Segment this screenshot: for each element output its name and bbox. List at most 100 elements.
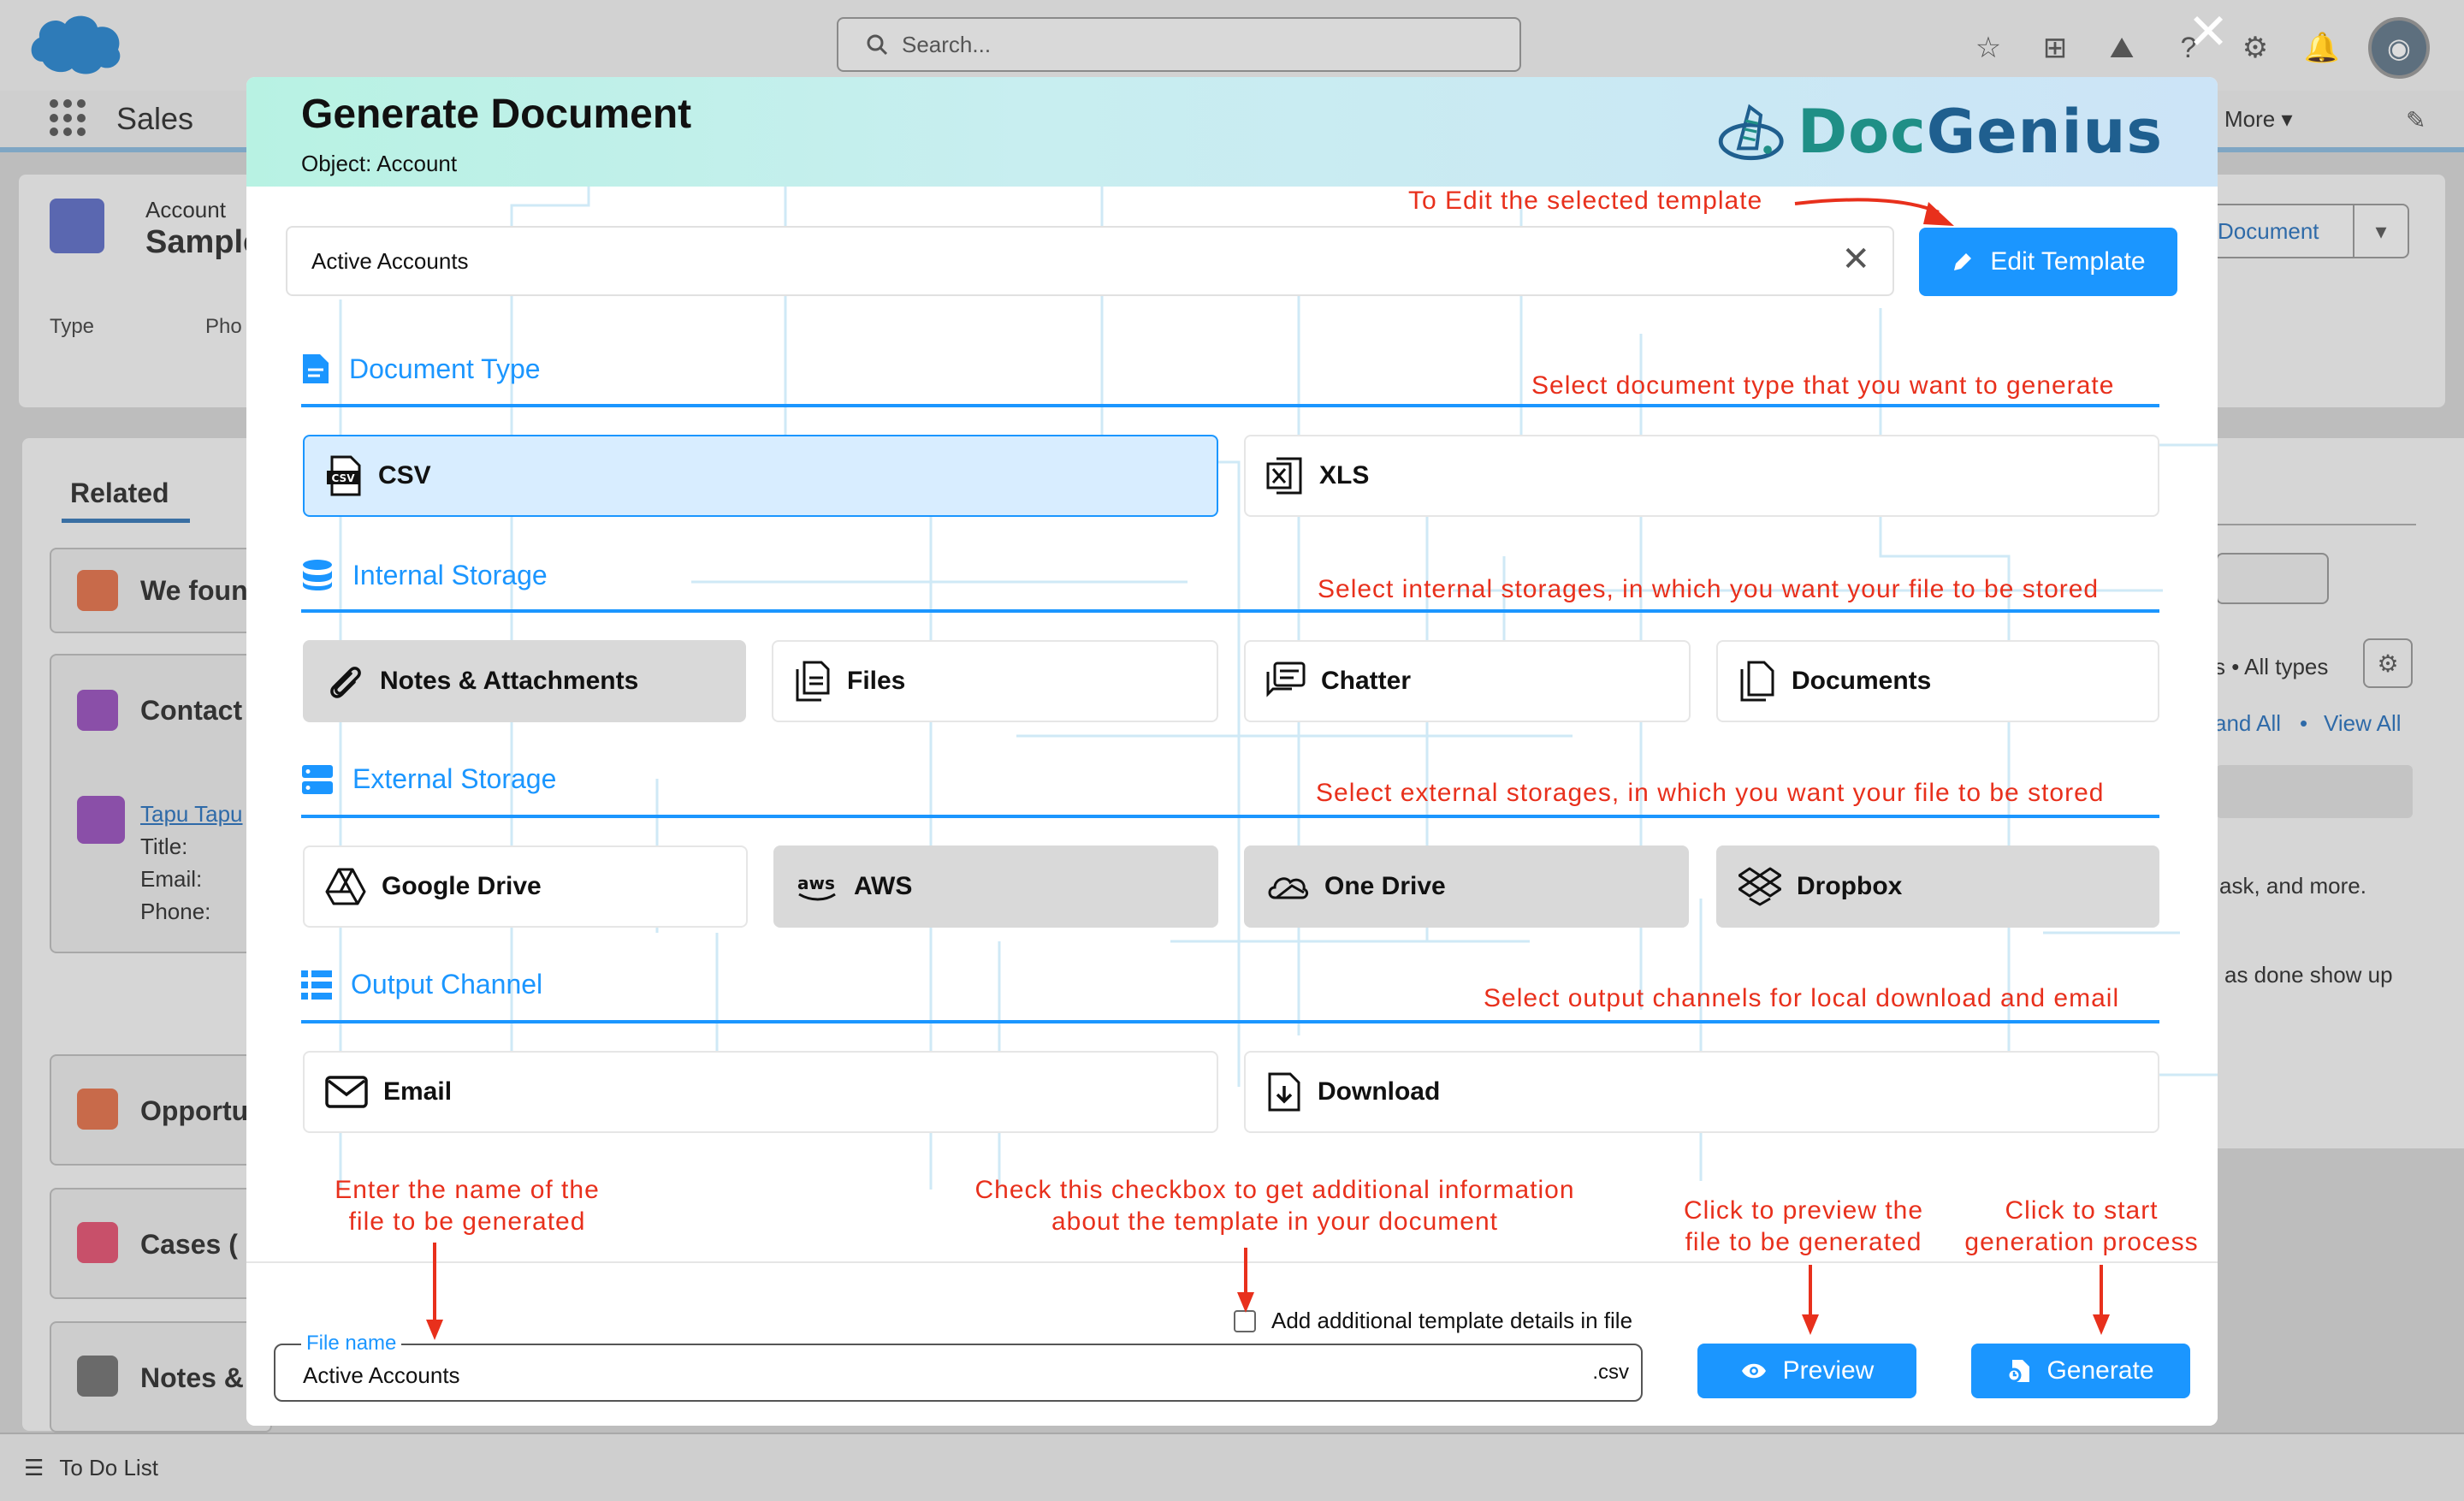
app-name: Sales xyxy=(116,101,194,136)
global-search-input[interactable]: Search... xyxy=(837,17,1521,72)
contact-phone-label: Phone: xyxy=(140,899,211,924)
doc-type-option-csv[interactable]: CSV CSV xyxy=(303,435,1218,517)
annotation-output-channel: Select output channels for local downloa… xyxy=(1484,984,2120,1012)
app-launcher-icon[interactable] xyxy=(50,99,87,137)
additional-details-checkbox[interactable] xyxy=(1234,1309,1256,1332)
external-option-aws[interactable]: aws AWS xyxy=(773,845,1218,928)
annotation-checkbox: Check this checkbox to get additional in… xyxy=(974,1176,1575,1236)
annotation-document-type: Select document type that you want to ge… xyxy=(1531,371,2115,400)
related-card-title: Contact xyxy=(140,695,243,726)
account-icon xyxy=(50,199,104,253)
docgenius-wordmark: DocGenius xyxy=(1798,97,2163,167)
related-card-title: Notes & xyxy=(140,1362,244,1393)
internal-option-files[interactable]: Files xyxy=(772,640,1218,722)
add-icon[interactable]: ⊞ xyxy=(2035,27,2076,68)
divider xyxy=(2216,524,2416,525)
contact-icon xyxy=(77,690,118,731)
activity-filter-text: s • All types xyxy=(2214,654,2329,679)
pencil-icon xyxy=(1954,253,1972,270)
output-option-email[interactable]: Email xyxy=(303,1051,1218,1133)
download-icon xyxy=(1268,1072,1300,1112)
files-icon xyxy=(796,661,830,702)
annotation-file-name: Enter the name of the file to be generat… xyxy=(335,1176,600,1236)
notifications-bell-icon[interactable]: 🔔 xyxy=(2301,27,2343,68)
external-option-dropbox[interactable]: Dropbox xyxy=(1716,845,2159,928)
csv-file-icon: CSV xyxy=(327,455,361,496)
clear-selection-icon[interactable]: ✕ xyxy=(1841,240,1870,279)
edit-nav-pencil-icon[interactable]: ✎ xyxy=(2406,106,2426,134)
file-name-input[interactable]: File name Active Accounts .csv xyxy=(274,1332,1643,1402)
notes-icon xyxy=(77,1356,118,1397)
contact-title-label: Title: xyxy=(140,834,188,859)
trailhead-icon[interactable]: ⛰ xyxy=(2101,27,2142,68)
section-heading-output-channel: Output Channel xyxy=(301,969,542,1000)
external-option-google-drive[interactable]: Google Drive xyxy=(303,845,748,928)
alert-icon xyxy=(77,570,118,611)
record-name: Sample xyxy=(145,224,262,260)
output-option-download[interactable]: Download xyxy=(1244,1051,2159,1133)
link-separator: • xyxy=(2300,710,2308,736)
svg-text:CSV: CSV xyxy=(332,472,356,484)
contact-record-icon xyxy=(77,796,125,844)
generate-button[interactable]: Generate xyxy=(1971,1344,2190,1398)
internal-option-chatter[interactable]: Chatter xyxy=(1244,640,1691,722)
utility-bar-todo[interactable]: ☰ To Do List xyxy=(0,1433,2464,1501)
docgenius-logo: DocGenius xyxy=(1718,89,2163,175)
activity-empty-text: as done show up xyxy=(2224,962,2393,988)
contact-email-label: Email: xyxy=(140,866,203,892)
record-document-button[interactable]: Document ▾ xyxy=(2190,204,2409,258)
view-all-link[interactable]: View All xyxy=(2324,710,2402,737)
modal-subtitle: Object: Account xyxy=(301,151,458,176)
doc-type-option-xls[interactable]: XLS xyxy=(1244,435,2159,517)
section-divider xyxy=(301,609,2159,613)
documents-icon xyxy=(1740,661,1774,702)
section-heading-internal-storage: Internal Storage xyxy=(301,558,548,592)
gear-icon[interactable]: ⚙ xyxy=(2363,638,2413,688)
activity-action-button[interactable] xyxy=(2216,553,2329,604)
onedrive-icon xyxy=(1268,877,1309,899)
contact-link[interactable]: Tapu Tapu xyxy=(140,801,243,828)
user-avatar[interactable]: ◉ xyxy=(2368,17,2430,79)
dropbox-icon xyxy=(1738,867,1781,906)
additional-details-label: Add additional template details in file xyxy=(1271,1308,1633,1333)
chevron-down-icon: ▾ xyxy=(2281,106,2293,132)
internal-option-documents[interactable]: Documents xyxy=(1716,640,2159,722)
related-card-title: Cases ( xyxy=(140,1229,238,1260)
email-icon xyxy=(325,1076,368,1108)
opportunity-icon xyxy=(77,1089,118,1130)
nav-more-menu[interactable]: More ▾ xyxy=(2224,106,2293,133)
favorites-star-icon[interactable]: ☆ xyxy=(1968,27,2009,68)
modal-close-icon[interactable]: ✕ xyxy=(2186,8,2230,57)
tab-active-indicator xyxy=(62,519,190,523)
svg-text:aws: aws xyxy=(797,873,835,893)
annotation-external-storage: Select external storages, in which you w… xyxy=(1316,779,2105,807)
section-heading-external-storage: External Storage xyxy=(301,763,556,795)
aws-icon: aws xyxy=(797,873,836,901)
field-label-type: Type xyxy=(50,315,95,338)
paperclip-icon xyxy=(330,667,361,698)
edit-template-button[interactable]: Edit Template xyxy=(1919,228,2177,296)
preview-button[interactable]: Preview xyxy=(1697,1344,1916,1398)
document-icon xyxy=(303,354,329,383)
annotation-internal-storage: Select internal storages, in which you w… xyxy=(1318,575,2100,603)
salesforce-logo[interactable] xyxy=(26,9,127,77)
internal-option-notes-attachments[interactable]: Notes & Attachments xyxy=(303,640,746,722)
template-select[interactable]: Active Accounts ✕ xyxy=(286,226,1894,296)
case-icon xyxy=(77,1222,118,1263)
excel-file-icon xyxy=(1266,457,1302,495)
setup-gear-icon[interactable]: ⚙ xyxy=(2235,27,2276,68)
file-extension: .csv xyxy=(1592,1361,1629,1384)
template-select-value: Active Accounts xyxy=(311,247,469,274)
file-name-label: File name xyxy=(301,1332,402,1356)
external-option-onedrive[interactable]: One Drive xyxy=(1244,845,1689,928)
tab-related[interactable]: Related xyxy=(70,478,169,509)
field-label-phone: Pho xyxy=(205,315,242,338)
activity-empty-text: ask, and more. xyxy=(2219,873,2366,899)
related-card-title: We foun xyxy=(140,575,248,606)
server-icon xyxy=(302,764,333,794)
file-name-value: Active Accounts xyxy=(303,1362,460,1388)
google-drive-icon xyxy=(325,868,366,905)
expand-all-link[interactable]: and All xyxy=(2214,710,2281,737)
modal-title: Generate Document xyxy=(301,92,692,137)
chevron-down-icon[interactable]: ▾ xyxy=(2353,205,2408,257)
